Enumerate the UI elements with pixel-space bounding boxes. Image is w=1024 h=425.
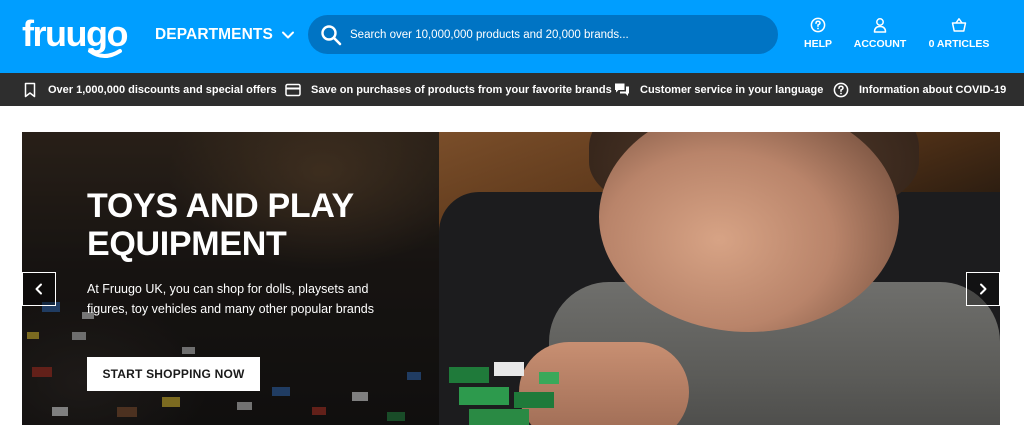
account-button[interactable]: ACCOUNT xyxy=(852,17,908,50)
search-icon[interactable] xyxy=(320,24,342,46)
hero-description: At Fruugo UK, you can shop for dolls, pl… xyxy=(87,282,374,316)
benefit-label: Information about COVID-19 xyxy=(859,83,1007,96)
benefit-brands[interactable]: Save on purchases of products from your … xyxy=(285,73,612,106)
site-header: fruugo DEPARTMENTS HELP ACCOUNT xyxy=(0,0,1024,73)
hero-banner: TOYS AND PLAY EQUIPMENT At Fruugo UK, yo… xyxy=(22,132,1000,425)
chevron-left-icon xyxy=(35,283,42,295)
benefit-label: Over 1,000,000 discounts and special off… xyxy=(48,83,277,96)
benefits-bar: Over 1,000,000 discounts and special off… xyxy=(0,73,1024,106)
departments-label: DEPARTMENTS xyxy=(155,26,273,43)
svg-text:fruugo: fruugo xyxy=(22,13,127,54)
fruugo-logo[interactable]: fruugo xyxy=(20,7,130,65)
chevron-right-icon xyxy=(980,283,987,295)
search-bar xyxy=(308,15,778,54)
account-label: ACCOUNT xyxy=(853,38,907,50)
help-label: HELP xyxy=(803,38,832,50)
benefit-customer-service[interactable]: Customer service in your language xyxy=(614,73,823,106)
carousel-next-button[interactable] xyxy=(966,272,1000,306)
cart-button[interactable]: 0 ARTICLES xyxy=(926,17,992,50)
help-button[interactable]: HELP xyxy=(800,17,836,50)
basket-icon xyxy=(951,18,967,32)
benefit-label: Customer service in your language xyxy=(640,83,824,96)
credit-card-icon xyxy=(285,83,301,96)
logo-icon: fruugo xyxy=(22,13,129,58)
benefit-covid[interactable]: Information about COVID-19 xyxy=(833,73,1006,106)
departments-menu[interactable]: DEPARTMENTS xyxy=(155,22,295,48)
search-input[interactable] xyxy=(350,28,760,41)
carousel-prev-button[interactable] xyxy=(22,272,56,306)
hero-title: TOYS AND PLAY EQUIPMENT xyxy=(87,187,354,263)
help-icon xyxy=(810,17,826,33)
chat-icon xyxy=(615,83,629,96)
question-circle-icon xyxy=(833,82,849,97)
green-bricks-image xyxy=(449,362,559,425)
cart-label: 0 ARTICLES xyxy=(928,38,990,50)
start-shopping-button[interactable]: START SHOPPING NOW xyxy=(87,357,260,391)
user-icon xyxy=(873,18,887,33)
benefit-discounts[interactable]: Over 1,000,000 discounts and special off… xyxy=(22,73,277,106)
chevron-down-icon xyxy=(281,31,294,39)
bookmark-icon xyxy=(24,82,36,97)
benefit-label: Save on purchases of products from your … xyxy=(311,83,612,96)
hero-photo-child xyxy=(439,132,1000,425)
